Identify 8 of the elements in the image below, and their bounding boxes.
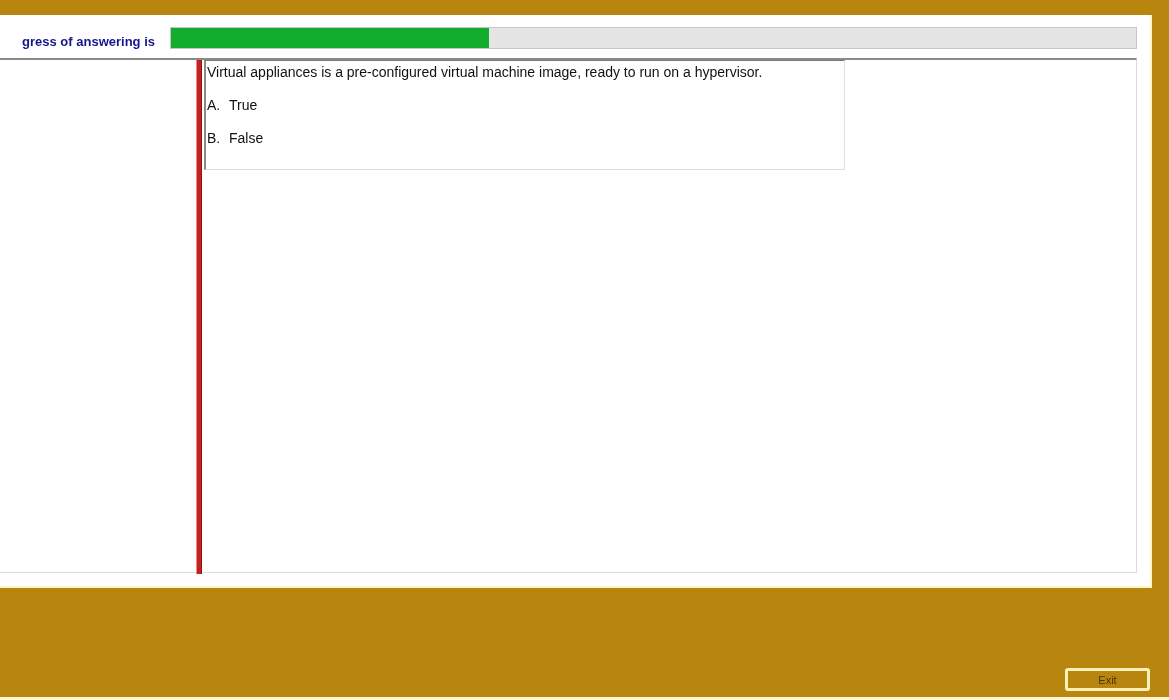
option-letter: A. (207, 96, 222, 114)
question-text: Virtual appliances is a pre-configured virtual machine image, ready to run on a hypervisor. (207, 63, 764, 81)
splitter-handle[interactable] (196, 60, 202, 574)
option-text: True (229, 96, 258, 114)
option-text: False (229, 129, 264, 147)
exit-button[interactable]: Exit (1065, 668, 1150, 691)
progress-label: gress of answering is (21, 33, 155, 49)
option-letter: B. (207, 129, 222, 147)
